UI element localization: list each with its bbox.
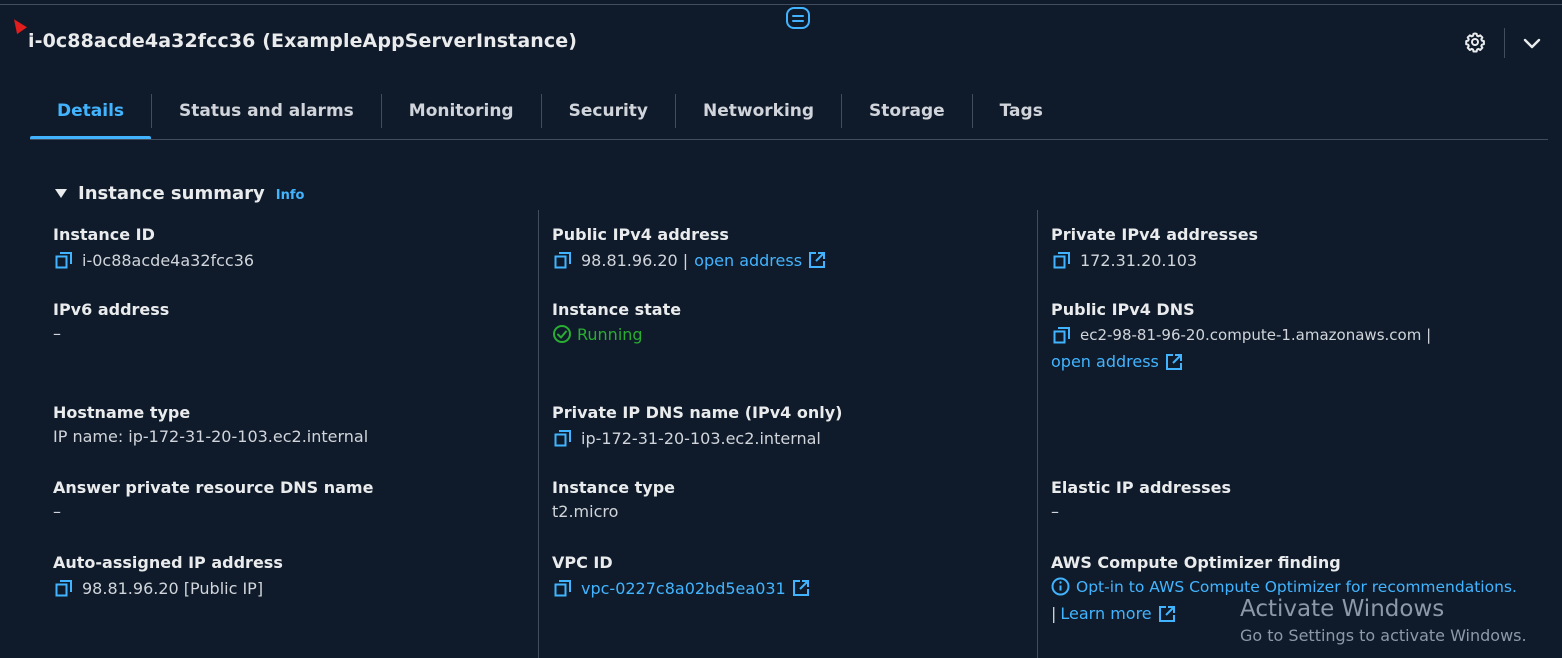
caret-down-icon[interactable] [55,189,67,198]
field-value: i-0c88acde4a32fcc36 [82,250,255,270]
panel-top-border [0,4,1562,5]
tab-monitoring[interactable]: Monitoring [382,88,541,134]
field-value: – [53,324,61,343]
open-address-link[interactable]: open address [694,251,802,270]
field-value: – [1051,502,1059,521]
watermark-title: Activate Windows [1240,596,1445,622]
tab-details[interactable]: Details [30,88,152,140]
instance-details-panel: i-0c88acde4a32fcc36 (ExampleAppServerIns… [0,0,1562,658]
copy-icon[interactable] [552,249,574,271]
field-label: Hostname type [53,403,191,422]
tab-tags[interactable]: Tags [973,88,1070,134]
tab-networking[interactable]: Networking [676,88,841,134]
field-auto-assigned-ip: Auto-assigned IP address 98.81.96.20 [Pu… [53,553,283,599]
separator-pipe: | [1051,604,1057,623]
copy-icon[interactable] [53,577,75,599]
copy-icon[interactable] [1051,324,1073,346]
tab-storage[interactable]: Storage [842,88,972,134]
field-value: 98.81.96.20 [Public IP] [82,578,264,598]
field-instance-state: Instance state Running [552,300,681,344]
instance-title: i-0c88acde4a32fcc36 (ExampleAppServerIns… [28,30,578,52]
gear-icon[interactable] [1463,30,1487,54]
field-label: Instance state [552,300,682,319]
watermark-subtitle: Go to Settings to activate Windows. [1240,626,1527,645]
tab-status-and-alarms[interactable]: Status and alarms [152,88,381,134]
field-private-ipv4: Private IPv4 addresses 172.31.20.103 [1051,225,1258,271]
copy-icon[interactable] [552,427,574,449]
field-label: VPC ID [552,553,613,572]
copy-icon[interactable] [552,577,574,599]
field-label: Instance ID [53,225,155,244]
field-label: Public IPv4 address [552,225,729,244]
check-circle-icon [553,325,571,343]
external-link-icon[interactable] [792,579,810,597]
status-running: Running [577,324,643,344]
field-label: Public IPv4 DNS [1051,300,1195,319]
field-label: Auto-assigned IP address [53,553,283,572]
vpc-id-link[interactable]: vpc-0227c8a02bd5ea031 [581,579,786,598]
tabs-underline-rule [30,139,1548,140]
field-value: ec2-98-81-96-20.compute-1.amazonaws.com … [1080,326,1432,344]
detail-tabs: Details Status and alarms Monitoring Sec… [30,88,1070,140]
field-value: – [53,502,61,521]
panel-drag-handle-icon[interactable] [786,7,810,29]
external-link-icon[interactable] [1165,353,1183,371]
mouse-cursor-icon [9,15,27,35]
field-ipv6-address: IPv6 address – [53,300,169,343]
field-instance-id: Instance ID i-0c88acde4a32fcc36 [53,225,254,271]
instance-summary-header: Instance summary Info [55,183,304,204]
info-link[interactable]: Info [276,188,305,203]
field-label: Instance type [552,478,675,497]
opt-in-optimizer-link[interactable]: Opt-in to AWS Compute Optimizer for reco… [1076,578,1517,596]
tab-security[interactable]: Security [542,88,675,134]
section-title: Instance summary [78,183,265,204]
chevron-down-icon[interactable] [1519,30,1545,56]
header-divider [1504,28,1505,58]
field-label: AWS Compute Optimizer finding [1051,553,1341,572]
copy-icon[interactable] [1051,249,1073,271]
field-label: Answer private resource DNS name [53,478,374,497]
external-link-icon[interactable] [1158,605,1176,623]
field-value: t2.micro [552,502,619,521]
learn-more-link[interactable]: Learn more [1060,604,1151,623]
field-answer-private-dns: Answer private resource DNS name – [53,478,373,521]
field-label: Private IP DNS name (IPv4 only) [552,403,843,422]
field-public-ipv4-dns: Public IPv4 DNS ec2-98-81-96-20.compute-… [1051,300,1431,371]
field-value: 172.31.20.103 [1080,250,1198,270]
field-value: ip-172-31-20-103.ec2.internal [581,428,821,448]
field-label: Private IPv4 addresses [1051,225,1259,244]
field-public-ipv4: Public IPv4 address 98.81.96.20 | open a… [552,225,826,271]
open-address-link[interactable]: open address [1051,352,1159,371]
activate-windows-watermark: Activate Windows Go to Settings to activ… [1240,596,1527,645]
field-vpc-id: VPC ID vpc-0227c8a02bd5ea031 [552,553,810,599]
field-label: IPv6 address [53,300,170,319]
field-instance-type: Instance type t2.micro [552,478,675,521]
field-hostname-type: Hostname type IP name: ip-172-31-20-103.… [53,403,368,446]
info-circle-icon [1051,577,1070,596]
field-label: Elastic IP addresses [1051,478,1232,497]
field-private-ip-dns: Private IP DNS name (IPv4 only) ip-172-3… [552,403,842,449]
column-divider [538,210,539,658]
external-link-icon[interactable] [808,251,826,269]
copy-icon[interactable] [53,249,75,271]
field-value: IP name: ip-172-31-20-103.ec2.internal [53,427,369,446]
field-value: 98.81.96.20 | [581,250,689,270]
column-divider [1037,210,1038,658]
field-elastic-ip: Elastic IP addresses – [1051,478,1231,521]
